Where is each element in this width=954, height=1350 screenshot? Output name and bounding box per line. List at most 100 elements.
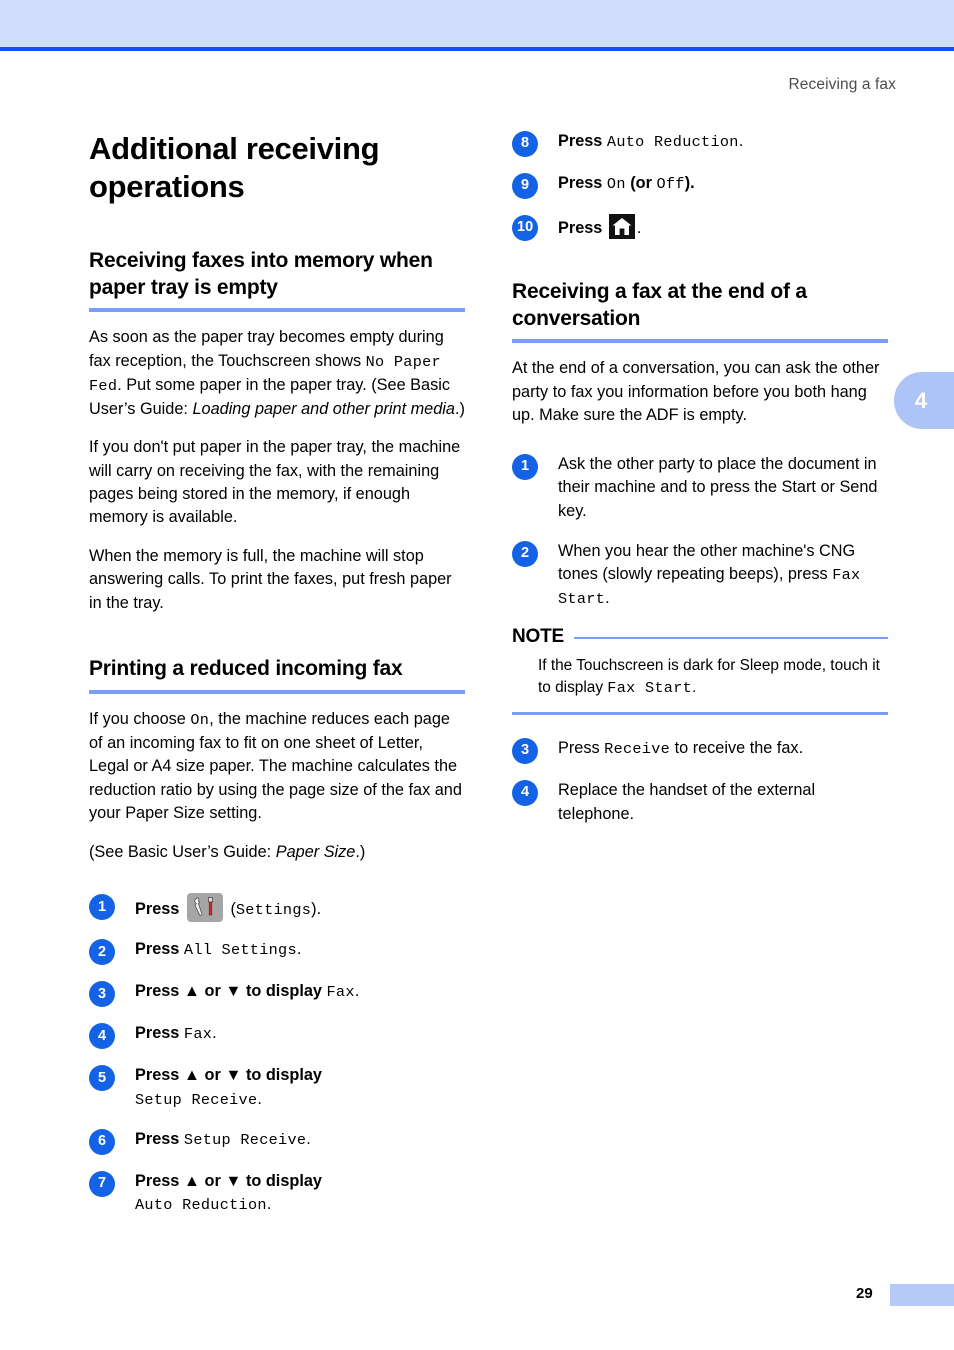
- step-suffix: to receive the fax.: [670, 738, 804, 757]
- step-suffix: .: [354, 982, 360, 1001]
- step-item: 8 Press Auto Reduction.: [512, 130, 888, 157]
- paragraph-no-paper-fed: As soon as the paper tray becomes empty …: [89, 326, 465, 421]
- text-run: (See Basic User’s Guide:: [89, 842, 276, 861]
- step-suffix: (Settings).: [230, 900, 322, 920]
- step-press-label: Press ▲ or ▼ to display: [135, 1171, 322, 1190]
- reference-title: Paper Size: [275, 842, 356, 861]
- text-run: If you choose: [89, 710, 191, 729]
- left-column: Additional receiving operations Receivin…: [89, 130, 465, 1233]
- step-item: 7 Press ▲ or ▼ to display Auto Reduction…: [89, 1170, 465, 1217]
- section-heading-underline: [512, 339, 888, 344]
- text-run: .: [692, 679, 697, 697]
- step-number-badge: 4: [512, 779, 538, 806]
- section-heading-underline: [89, 690, 465, 695]
- section-heading-printing-reduced-fax: Printing a reduced incoming fax: [89, 657, 403, 681]
- step-number-badge: 10: [512, 215, 539, 241]
- step-continuation: Setup Receive.: [135, 1088, 465, 1112]
- ui-string-all-settings: All Settings: [183, 941, 297, 960]
- step-number-badge: 4: [89, 1023, 115, 1050]
- step-list-continued: 8 Press Auto Reduction. 9 Press On (or O…: [512, 130, 888, 241]
- step-text: When you hear the other machine's CNG to…: [558, 541, 856, 584]
- step-item: 5 Press ▲ or ▼ to display Setup Receive.: [89, 1064, 465, 1111]
- step-text: Ask the other party to place the documen…: [558, 454, 878, 520]
- step-suffix: .: [212, 1024, 217, 1043]
- ui-string-settings: Settings: [235, 901, 312, 920]
- step-press-label: Press: [135, 940, 180, 959]
- step-press-label: Press: [558, 132, 603, 150]
- step-number-badge: 3: [512, 737, 538, 764]
- chapter-tab-number: 4: [914, 387, 928, 413]
- ui-string-auto-reduction: Auto Reduction: [135, 1196, 267, 1215]
- paragraph-memory-storage: If you don't put paper in the paper tray…: [89, 438, 461, 527]
- step-item: 3 Press Receive to receive the fax.: [512, 737, 888, 764]
- step-item: 4 Replace the handset of the external te…: [512, 779, 888, 826]
- step-press-label: Press: [135, 1129, 180, 1148]
- step-number-badge: 3: [89, 981, 115, 1008]
- ui-string-receive: Receive: [604, 739, 671, 758]
- ui-string-fax: Fax: [183, 1025, 213, 1044]
- step-list-printing-reduced-fax: 1 Press (Settings). 2 Press All Settings…: [89, 893, 465, 1217]
- text-run: .): [454, 399, 465, 418]
- step-press-label: Press: [558, 174, 603, 192]
- step-item: 1 Ask the other party to place the docum…: [512, 453, 888, 524]
- ui-string-fax-start: Fax Start: [607, 679, 693, 698]
- paragraph-auto-reduction-explain: If you choose On, the machine reduces ea…: [89, 708, 465, 826]
- step-number-badge: 2: [89, 939, 115, 966]
- step-item: 6 Press Setup Receive.: [89, 1128, 465, 1155]
- home-icon[interactable]: [608, 214, 635, 239]
- step-continuation: Auto Reduction.: [135, 1193, 465, 1217]
- step-suffix: ).: [684, 174, 695, 192]
- step-press-label: Press ▲ or ▼ to display: [135, 982, 322, 1001]
- step-suffix: .: [266, 1195, 272, 1214]
- section-heading-underline: [89, 308, 465, 313]
- step-suffix: .: [738, 132, 744, 150]
- ui-string-setup-receive: Setup Receive: [135, 1090, 258, 1109]
- note-label: NOTE: [512, 626, 564, 648]
- settings-icon[interactable]: [186, 893, 223, 923]
- step-number-badge: 2: [512, 540, 538, 567]
- ui-string-on: On: [190, 711, 210, 730]
- text-run: .): [355, 842, 366, 861]
- top-horizontal-rule: [0, 47, 954, 51]
- step-number-badge: 1: [512, 453, 538, 480]
- step-item: 1 Press (Settings).: [89, 893, 465, 923]
- section-heading-receiving-faxes-into-memory: Receiving faxes into memory when paper t…: [89, 248, 433, 299]
- step-suffix: .: [296, 940, 302, 959]
- note-block: NOTE If the Touchscreen is dark for Slee…: [512, 626, 888, 715]
- step-item: 4 Press Fax.: [89, 1022, 465, 1050]
- text-run: If the Touchscreen is dark for Sleep mod…: [538, 657, 880, 697]
- step-item: 3 Press ▲ or ▼ to display Fax.: [89, 980, 465, 1008]
- page-title: Additional receiving operations: [89, 131, 380, 204]
- note-header-rule: [573, 637, 888, 640]
- step-text: Press: [558, 738, 605, 757]
- step-item: 10 Press .: [512, 214, 888, 241]
- step-list-end-of-conversation: 1 Ask the other party to place the docum…: [512, 453, 888, 611]
- note-footer-rule: [512, 711, 888, 715]
- step-number-badge: 6: [89, 1128, 115, 1155]
- step-number-badge: 8: [512, 131, 538, 157]
- ui-string-on: On: [606, 175, 626, 193]
- step-number-badge: 5: [89, 1065, 115, 1092]
- paragraph-memory-full: When the memory is full, the machine wil…: [89, 546, 452, 612]
- step-item: 9 Press On (or Off).: [512, 172, 888, 199]
- step-item: 2 Press All Settings.: [89, 938, 465, 966]
- section-heading-receiving-fax-end-of-conversation: Receiving a fax at the end of a conversa…: [512, 279, 807, 330]
- step-number-badge: 7: [89, 1170, 115, 1197]
- page-number: 29: [856, 1285, 873, 1302]
- step-suffix: .: [306, 1129, 311, 1148]
- step-item: 2 When you hear the other machine's CNG …: [512, 540, 888, 611]
- top-decorative-band: [0, 0, 954, 47]
- step-number-badge: 1: [89, 894, 115, 921]
- step-press-label: Press: [558, 219, 603, 237]
- note-body: If the Touchscreen is dark for Sleep mod…: [538, 655, 888, 699]
- step-press-label: Press: [135, 900, 180, 919]
- running-header: Receiving a fax: [788, 76, 896, 93]
- step-suffix: .: [636, 219, 642, 237]
- step-suffix: .: [605, 588, 610, 607]
- ui-string-fax: Fax: [326, 983, 355, 1002]
- ui-string-off: Off: [656, 175, 685, 193]
- right-column: 8 Press Auto Reduction. 9 Press On (or O…: [512, 130, 888, 842]
- paragraph-see-paper-size: (See Basic User’s Guide: Paper Size.): [89, 841, 465, 864]
- step-press-label: Press ▲ or ▼ to display: [135, 1066, 322, 1085]
- reference-title: Loading paper and other print media: [192, 399, 455, 418]
